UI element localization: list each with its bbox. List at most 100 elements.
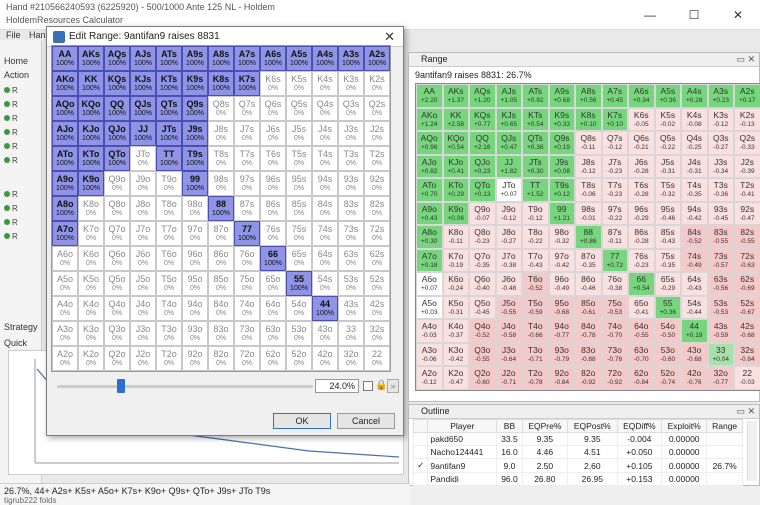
range-cell[interactable]: K5o -0.31 [442,295,469,319]
hand-cell[interactable]: A8s 100% [208,46,234,71]
hand-cell[interactable]: 94o 0% [182,296,208,321]
hand-cell[interactable]: J3s 0% [338,121,364,146]
range-cell[interactable]: KJs +0.65 [495,107,522,131]
range-cell[interactable]: J5o -0.55 [495,295,522,319]
range-cell[interactable]: 85s -0.43 [654,225,681,249]
hand-cell[interactable]: 62o 0% [260,346,286,371]
hand-cell[interactable]: 63s 0% [338,246,364,271]
range-cell[interactable]: A5s +0.36 [654,84,681,108]
hand-cell[interactable]: 73s 0% [338,221,364,246]
hand-cell[interactable]: J8s 0% [208,121,234,146]
hand-cell[interactable]: K6s 0% [260,71,286,96]
range-cell[interactable]: A6s +0.34 [628,84,655,108]
range-cell[interactable]: 65s -0.29 [654,272,681,296]
range-cell[interactable]: A4s +0.28 [681,84,708,108]
tree-node[interactable]: R [4,142,18,151]
hand-cell[interactable]: Q2s 0% [364,96,390,121]
range-cell[interactable]: T2o -0.78 [522,366,549,390]
range-cell[interactable]: QJs +0.47 [495,131,522,155]
hand-cell[interactable]: A3s 100% [338,46,364,71]
hand-cell[interactable]: TT 100% [156,146,182,171]
hand-cell[interactable]: 55 100% [286,271,312,296]
range-slider-thumb[interactable] [117,379,125,393]
range-cell[interactable]: K4o -0.37 [442,319,469,343]
hand-cell[interactable]: A2s 100% [364,46,390,71]
hand-cell[interactable]: J2o 0% [130,346,156,371]
hand-cell[interactable]: 64s 0% [312,246,338,271]
hand-cell[interactable]: KK 100% [78,71,104,96]
hand-cell[interactable]: QQ 100% [104,96,130,121]
range-cell[interactable]: 52s -0.67 [734,295,760,319]
range-cell[interactable]: T9o -0.12 [522,201,549,225]
range-cell[interactable]: 53s -0.53 [707,295,734,319]
hand-cell[interactable]: ATs 100% [156,46,182,71]
hand-cell[interactable]: 74o 0% [234,296,260,321]
hand-cell[interactable]: JJ 100% [130,121,156,146]
hand-cell[interactable]: Q5o 0% [104,271,130,296]
range-cell[interactable]: 77 +0.72 [601,248,628,272]
range-cell[interactable]: T4s -0.35 [681,178,708,202]
range-cell[interactable]: Q9o -0.07 [469,201,496,225]
range-cell[interactable]: ATs +0.92 [522,84,549,108]
range-cell[interactable]: 95s -0.46 [654,201,681,225]
range-cell[interactable]: T9s +0.12 [548,178,575,202]
hand-cell[interactable]: 73o 0% [234,321,260,346]
hand-cell[interactable]: 32s 0% [364,321,390,346]
range-cell[interactable]: QQ +2.16 [469,131,496,155]
lock-checkbox[interactable] [363,381,373,391]
range-cell[interactable]: TT +1.52 [522,178,549,202]
tree-node[interactable]: R [4,128,18,137]
hand-cell[interactable]: A2o 0% [52,346,78,371]
range-cell[interactable]: 65o -0.41 [628,295,655,319]
range-cell[interactable]: J9s +0.08 [548,154,575,178]
hand-cell[interactable]: A5s 100% [286,46,312,71]
hand-cell[interactable]: 86o 0% [208,246,234,271]
hand-cell[interactable]: 82s 0% [364,196,390,221]
range-cell[interactable]: 63s -0.56 [707,272,734,296]
tree-node[interactable]: R [4,156,18,165]
hand-cell[interactable]: 43o 0% [312,321,338,346]
hand-cell[interactable]: 97s 0% [234,171,260,196]
minimize-icon[interactable]: — [628,0,672,30]
hand-cell[interactable]: 95o 0% [182,271,208,296]
range-cell[interactable]: AJs +1.05 [495,84,522,108]
range-cell[interactable]: T4o -0.66 [522,319,549,343]
hand-cell[interactable]: 93s 0% [338,171,364,196]
hand-cell[interactable]: T8o 0% [156,196,182,221]
range-cell[interactable]: AQs +1.20 [469,84,496,108]
range-cell[interactable]: 93o -0.79 [548,342,575,366]
hand-cell[interactable]: Q7s 0% [234,96,260,121]
range-cell[interactable]: AKs +1.37 [442,84,469,108]
range-cell[interactable]: A3o -0.06 [416,342,443,366]
hand-cell[interactable]: T9o 0% [156,171,182,196]
range-cell[interactable]: QJo +0.23 [469,154,496,178]
hand-cell[interactable]: K4o 0% [78,296,104,321]
hand-cell[interactable]: J9s 100% [182,121,208,146]
range-cell[interactable]: 95o -0.68 [548,295,575,319]
hand-cell[interactable]: 77 100% [234,221,260,246]
hand-cell[interactable]: Q3o 0% [104,321,130,346]
hand-cell[interactable]: QJo 100% [104,121,130,146]
range-cell[interactable]: 96o -0.49 [548,272,575,296]
hand-cell[interactable]: 62s 0% [364,246,390,271]
hand-cell[interactable]: Q8s 0% [208,96,234,121]
panel-controls-icon[interactable]: ▭ ✕ [736,405,755,418]
hand-cell[interactable]: T3s 0% [338,146,364,171]
hand-cell[interactable]: 76s 0% [260,221,286,246]
range-cell[interactable]: A8o +0.30 [416,225,443,249]
range-cell[interactable]: 74s -0.49 [681,248,708,272]
hand-cell[interactable]: 82o 0% [208,346,234,371]
table-row[interactable]: pakd650 33.5 9.35 9.35 -0.004 0.00000 [412,432,743,446]
hand-cell[interactable]: QTs 100% [156,96,182,121]
range-cell[interactable]: K6o -0.24 [442,272,469,296]
hand-cell[interactable]: JTs 100% [156,121,182,146]
range-cell[interactable]: K6s -0.05 [628,107,655,131]
hand-cell[interactable]: Q7o 0% [104,221,130,246]
range-cell[interactable]: 76o -0.38 [601,272,628,296]
table-cell[interactable]: ✓ [412,458,429,473]
hand-cell[interactable]: 84s 0% [312,196,338,221]
range-cell[interactable]: Q8s -0.11 [575,131,602,155]
hand-cell[interactable]: 72o 0% [234,346,260,371]
range-cell[interactable]: A4o -0.03 [416,319,443,343]
hand-cell[interactable]: KTs 100% [156,71,182,96]
